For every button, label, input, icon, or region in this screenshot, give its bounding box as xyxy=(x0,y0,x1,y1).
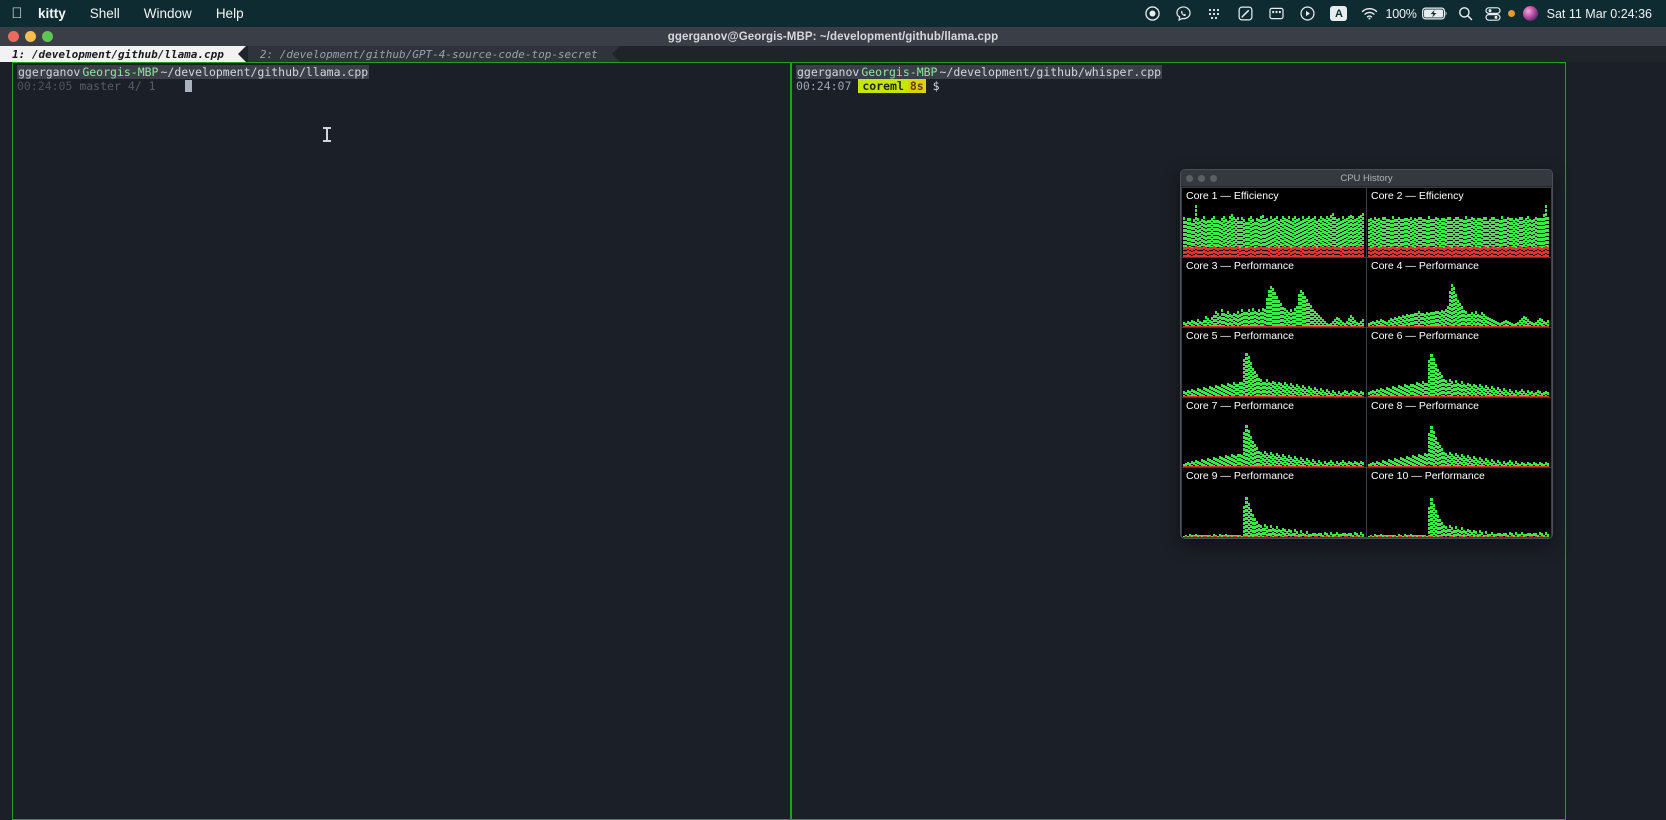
status-branch: master xyxy=(79,79,121,93)
prompt-host: Georgis-MBP xyxy=(81,65,160,79)
cpu-core-cell: Core 7 — Performance xyxy=(1182,398,1366,467)
pencil-icon[interactable] xyxy=(1230,0,1261,27)
screenshot-icon[interactable] xyxy=(1261,0,1292,27)
menu-item-kitty[interactable]: kitty xyxy=(26,0,78,27)
record-icon[interactable] xyxy=(1137,0,1168,27)
cpu-core-cell: Core 5 — Performance xyxy=(1182,328,1366,397)
status-counts: 4/ 1 xyxy=(127,79,156,93)
menu-bar-left:  kitty Shell Window Help xyxy=(0,0,256,27)
cpu-core-cell: Core 3 — Performance xyxy=(1182,258,1366,327)
menu-item-window[interactable]: Window xyxy=(132,0,204,27)
status-time: 00:24:07 xyxy=(796,79,852,93)
menu-bar-status-tray: A 100% Sat 11 Mar 0:24:36 xyxy=(1137,0,1666,27)
window-title: ggerganov@Georgis-MBP: ~/development/git… xyxy=(667,30,999,43)
prompt-user: ggerganov xyxy=(17,65,82,79)
tab-label: 1: /development/github/llama.cpp xyxy=(12,47,224,61)
battery-percent-label: 100% xyxy=(1385,6,1417,21)
prompt-path: ~/development/github/whisper.cpp xyxy=(938,65,1163,79)
cpu-core-label: Core 7 — Performance xyxy=(1186,400,1294,412)
cpu-core-grid: Core 1 — Efficiency Core 2 — Efficiency Co… xyxy=(1181,187,1552,538)
cpu-core-label: Core 2 — Efficiency xyxy=(1371,190,1464,202)
text-cursor-pointer xyxy=(323,127,331,142)
cpu-sample-bar xyxy=(1547,328,1550,397)
cpu-sample-bar xyxy=(1547,258,1550,327)
terminal-pane-left[interactable]: ggerganov Georgis-MBP ~/development/github… xyxy=(12,62,791,820)
tab-llama-cpp[interactable]: 1: /development/github/llama.cpp xyxy=(0,46,246,62)
prompt-path: ~/development/github/llama.cpp xyxy=(159,65,370,79)
cpu-sample-bar xyxy=(1362,258,1365,327)
cpu-core-cell: Core 2 — Efficiency xyxy=(1367,188,1551,257)
play-circle-icon[interactable] xyxy=(1292,0,1323,27)
cpu-history-window[interactable]: CPU History Core 1 — Efficiency Core 2 — … xyxy=(1180,169,1553,539)
prompt-line-right: ggerganov Georgis-MBP ~/development/github… xyxy=(796,65,1565,79)
cpu-sample-bar xyxy=(1547,468,1550,537)
cpu-sample-bar xyxy=(1362,398,1365,467)
cpu-core-label: Core 8 — Performance xyxy=(1371,400,1479,412)
cpu-core-label: Core 4 — Performance xyxy=(1371,260,1479,272)
cpu-window-title: CPU History xyxy=(1340,172,1393,184)
spotlight-search-icon[interactable] xyxy=(1450,0,1481,27)
status-dot-indicator xyxy=(1505,0,1519,27)
battery-charging-icon[interactable] xyxy=(1420,0,1450,27)
menu-bar-clock[interactable]: Sat 11 Mar 0:24:36 xyxy=(1543,7,1658,21)
status-time: 00:24:05 xyxy=(17,79,73,93)
menu-item-help[interactable]: Help xyxy=(204,0,256,27)
status-line-right: 00:24:07 coreml 8s $ xyxy=(796,79,1565,93)
cpu-core-label: Core 1 — Efficiency xyxy=(1186,190,1279,202)
cpu-sample-bar xyxy=(1362,188,1365,257)
status-env-badge: coreml xyxy=(858,79,908,93)
wifi-icon[interactable] xyxy=(1354,0,1385,27)
siri-icon[interactable] xyxy=(1519,0,1543,27)
cpu-window-title-bar[interactable]: CPU History xyxy=(1181,170,1552,187)
prompt-user: ggerganov xyxy=(796,65,861,79)
apple-menu-icon[interactable]:  xyxy=(8,0,26,27)
cpu-core-cell: Core 8 — Performance xyxy=(1367,398,1551,467)
tab-bar: 1: /development/github/llama.cpp 2: /dev… xyxy=(0,46,1666,62)
cpu-sample-bar xyxy=(1547,398,1550,467)
tab-gpt4-source[interactable]: 2: /development/github/GPT-4-source-code… xyxy=(247,46,620,62)
input-source-A-icon[interactable]: A xyxy=(1323,0,1354,27)
kitty-window: ggerganov@Georgis-MBP: ~/development/git… xyxy=(0,27,1666,820)
tab-label: 2: /development/github/GPT-4-source-code… xyxy=(259,47,598,61)
cpu-core-cell: Core 4 — Performance xyxy=(1367,258,1551,327)
cpu-core-cell: Core 10 — Performance xyxy=(1367,468,1551,537)
viber-icon[interactable] xyxy=(1168,0,1199,27)
cpu-core-cell: Core 9 — Performance xyxy=(1182,468,1366,537)
control-center-icon[interactable] xyxy=(1481,0,1505,27)
cpu-core-label: Core 3 — Performance xyxy=(1186,260,1294,272)
cpu-sample-bar xyxy=(1362,468,1365,537)
status-line-left: 00:24:05 master 4/ 1 xyxy=(17,79,790,93)
grid-dots-icon[interactable] xyxy=(1199,0,1230,27)
cpu-core-label: Core 6 — Performance xyxy=(1371,330,1479,342)
cpu-core-cell: Core 1 — Efficiency xyxy=(1182,188,1366,257)
prompt-host: Georgis-MBP xyxy=(860,65,939,79)
window-title-bar[interactable]: ggerganov@Georgis-MBP: ~/development/git… xyxy=(0,27,1666,46)
cpu-core-label: Core 9 — Performance xyxy=(1186,470,1294,482)
cpu-core-cell: Core 6 — Performance xyxy=(1367,328,1551,397)
cpu-sample-bar xyxy=(1362,328,1365,397)
macos-menu-bar:  kitty Shell Window Help xyxy=(0,0,1666,27)
cpu-sample-bar xyxy=(1547,188,1550,257)
cpu-core-label: Core 10 — Performance xyxy=(1371,470,1485,482)
status-duration-badge: 8s xyxy=(907,79,926,93)
prompt-line-left: ggerganov Georgis-MBP ~/development/github… xyxy=(17,65,790,79)
shell-sigil: $ xyxy=(932,79,940,93)
cpu-core-label: Core 5 — Performance xyxy=(1186,330,1294,342)
menu-item-shell[interactable]: Shell xyxy=(78,0,132,27)
terminal-body: ggerganov Georgis-MBP ~/development/github… xyxy=(0,62,1666,820)
